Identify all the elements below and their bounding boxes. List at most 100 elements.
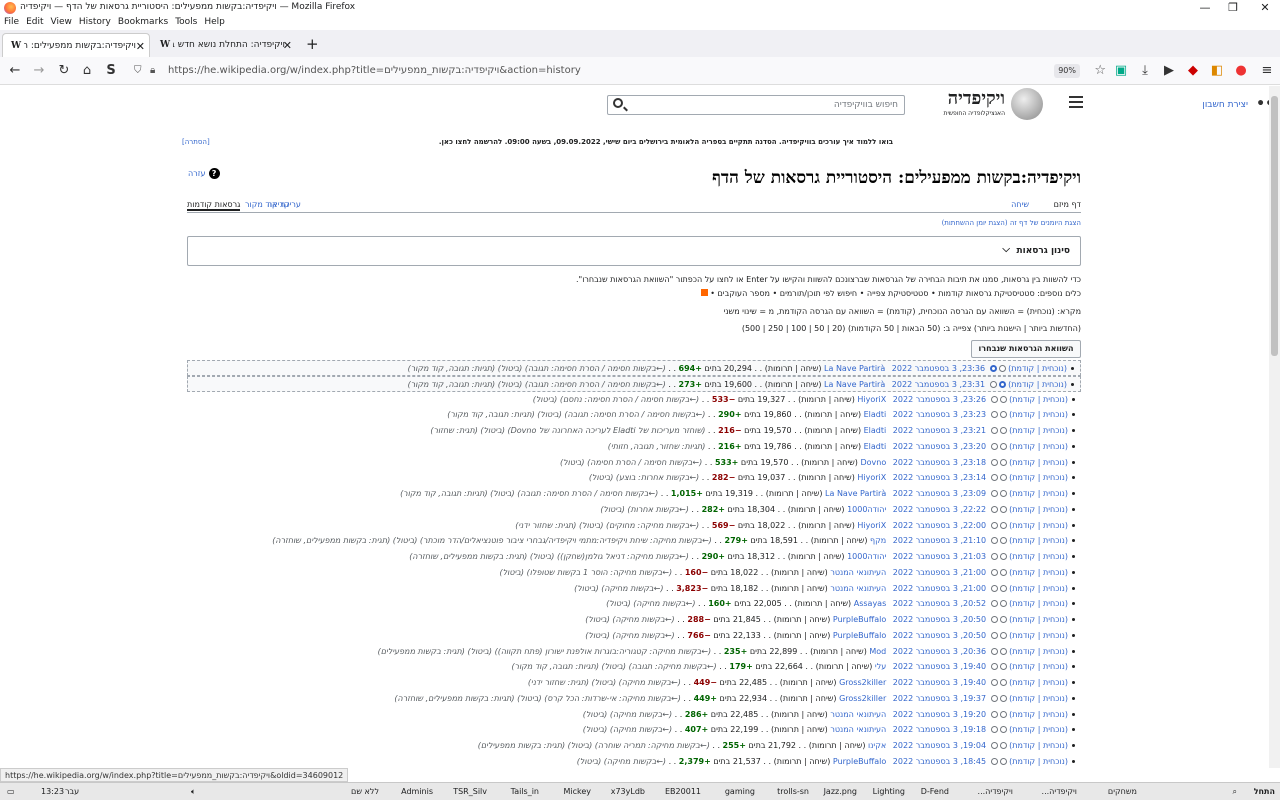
diff-radio[interactable]: [990, 710, 998, 718]
diff-radio[interactable]: [990, 757, 998, 765]
revision-user[interactable]: Gross2killer: [839, 694, 886, 703]
user-links[interactable]: (שיחה | תרומות): [804, 410, 861, 419]
wordmark[interactable]: ויקיפדיה: [948, 88, 1005, 109]
taskbar-item[interactable]: D-Fend: [912, 784, 952, 800]
diff-radio[interactable]: [990, 427, 998, 434]
cur-prev-links[interactable]: (נוכחית | קודמת): [1009, 505, 1068, 514]
oldid-radio[interactable]: [999, 537, 1007, 545]
cur-prev-links[interactable]: (נוכחית | קודמת): [1009, 442, 1068, 451]
taskbar-item[interactable]: trolls-sn: [762, 784, 812, 800]
revision-timestamp[interactable]: 23:26, 3 בספטמבר 2022: [893, 395, 986, 404]
user-links[interactable]: (שיחה | תרומות): [794, 599, 851, 608]
user-links[interactable]: (שיחה | תרומות): [765, 364, 822, 373]
revision-user[interactable]: העיתונאי המנטר: [830, 710, 886, 719]
search-input[interactable]: חיפוש בוויקיפדיה: [607, 95, 905, 115]
user-links[interactable]: (שיחה | תרומות): [788, 505, 845, 514]
revision-user[interactable]: Eladti: [864, 426, 887, 435]
diff-radio[interactable]: [990, 537, 998, 545]
revision-timestamp[interactable]: 23:23, 3 בספטמבר 2022: [893, 410, 986, 419]
cur-prev-links[interactable]: (נוכחית | קודמת): [1009, 568, 1068, 577]
cur-prev-links[interactable]: (נוכחית | קודמת): [1009, 489, 1068, 498]
user-links[interactable]: (שיחה | תרומות): [771, 725, 828, 734]
cur-prev-links[interactable]: (נוכחית | קודמת): [1009, 552, 1068, 561]
revision-timestamp[interactable]: 18:45, 3 בספטמבר 2022: [893, 757, 986, 766]
lock-icon[interactable]: 🔒︎: [150, 60, 155, 82]
oldid-radio[interactable]: [999, 616, 1007, 623]
pocket-icon[interactable]: ▣: [1112, 62, 1130, 80]
revision-user[interactable]: La Nave Partirà: [825, 489, 886, 498]
taskbar-item[interactable]: ללא שם: [336, 784, 382, 800]
revision-user[interactable]: העיתונאי המנטר: [830, 568, 886, 577]
revision-timestamp[interactable]: 20:50, 3 בספטמבר 2022: [893, 631, 986, 640]
taskbar-item[interactable]: Adminis: [386, 784, 436, 800]
cur-prev-links[interactable]: (נוכחית | קודמת): [1009, 395, 1068, 404]
revision-user[interactable]: Eladti: [864, 442, 887, 451]
tab-edit-source[interactable]: עריכת קוד מקור: [245, 200, 301, 209]
cur-prev-links[interactable]: (נוכחית | קודמת): [1009, 584, 1068, 593]
user-links[interactable]: (שיחה | תרומות): [780, 678, 837, 687]
scrollbar-thumb[interactable]: [1271, 96, 1278, 356]
diff-radio[interactable]: [990, 679, 998, 686]
revision-timestamp[interactable]: 20:50, 3 בספטמבר 2022: [893, 615, 986, 624]
user-links[interactable]: (שיחה | תרומות): [780, 694, 837, 703]
cur-prev-links[interactable]: (נוכחית | קודמת): [1009, 694, 1068, 703]
revision-user[interactable]: HiyoriX: [857, 521, 886, 530]
taskbar-item[interactable]: x73yLdb: [598, 784, 648, 800]
diff-radio[interactable]: [990, 490, 998, 497]
taskbar-item[interactable]: TSR_Silv: [440, 784, 490, 800]
extension-icon[interactable]: ◧: [1208, 62, 1226, 80]
user-links[interactable]: (שיחה | תרומות): [788, 552, 845, 561]
cur-prev-links[interactable]: (נוכחית | קודמת): [1009, 426, 1068, 435]
taskbar-item[interactable]: EB20011: [652, 784, 704, 800]
rss-icon[interactable]: [700, 289, 708, 296]
oldid-radio[interactable]: [998, 380, 1006, 388]
cur-prev-links[interactable]: (נוכחית | קודמת): [1009, 599, 1068, 608]
diff-radio[interactable]: [990, 663, 998, 671]
more-options-icon[interactable]: •••: [1256, 96, 1269, 112]
taskbar-item[interactable]: משחקים: [1090, 784, 1140, 800]
oldid-radio[interactable]: [999, 505, 1007, 513]
revision-user[interactable]: La Nave Partirà: [824, 364, 885, 373]
url-bar[interactable]: ⛉ 🔒︎ https://he.wikipedia.org/w/index.ph…: [128, 60, 1118, 82]
tracking-shield-icon[interactable]: ⛉: [134, 60, 142, 82]
cur-prev-links[interactable]: (נוכחית | קודמת): [1009, 615, 1068, 624]
revision-timestamp[interactable]: 21:00, 3 בספטמבר 2022: [893, 584, 986, 593]
diff-radio[interactable]: [990, 521, 998, 529]
diff-radio[interactable]: [990, 395, 998, 403]
close-tab-icon[interactable]: ✕: [136, 34, 145, 58]
revision-user[interactable]: Assayas: [854, 599, 887, 608]
oldid-radio[interactable]: [999, 427, 1007, 434]
revision-user[interactable]: העיתונאי המנטר: [830, 725, 886, 734]
oldid-radio[interactable]: [999, 490, 1007, 497]
hide-notice-link[interactable]: [הסתרה]: [182, 138, 210, 146]
revision-timestamp[interactable]: 23:31, 3 בספטמבר 2022: [892, 380, 985, 389]
compare-revisions-button[interactable]: השוואת הגרסאות שנבחרו: [971, 340, 1081, 358]
oldid-radio[interactable]: [999, 694, 1007, 702]
user-links[interactable]: (שיחה | תרומות): [774, 615, 831, 624]
back-button[interactable]: ←: [6, 62, 24, 80]
extension-badge-icon[interactable]: ◆: [1184, 62, 1202, 80]
user-links[interactable]: (שיחה | תרומות): [765, 380, 822, 389]
tab-new-topic[interactable]: W ויקיפדיה: התחלת נושא חדש בדף ✕: [152, 33, 296, 58]
user-links[interactable]: (שיחה | תרומות): [804, 426, 861, 435]
oldid-radio[interactable]: [999, 631, 1007, 639]
diff-radio[interactable]: [990, 568, 998, 576]
revision-user[interactable]: עלי: [875, 662, 886, 671]
downloads-icon[interactable]: ⤓: [1136, 62, 1154, 80]
revision-timestamp[interactable]: 22:00, 3 בספטמבר 2022: [893, 521, 986, 530]
diff-radio[interactable]: [990, 458, 998, 466]
diff-radio[interactable]: [990, 411, 998, 419]
tab-project-page[interactable]: דף מיזם: [1054, 200, 1081, 209]
user-links[interactable]: (שיחה | תרומות): [774, 757, 831, 766]
revision-user[interactable]: HiyoriX: [857, 473, 886, 482]
diff-radio[interactable]: [990, 726, 998, 734]
search-icon[interactable]: [613, 98, 623, 108]
main-menu-icon[interactable]: [1069, 96, 1083, 108]
revision-timestamp[interactable]: 19:18, 3 בספטמבר 2022: [893, 725, 986, 734]
diff-radio[interactable]: [990, 474, 998, 482]
diff-radio[interactable]: [990, 505, 998, 513]
oldid-radio[interactable]: [999, 584, 1007, 592]
revision-user[interactable]: PurpleBuffalo: [833, 615, 886, 624]
bookmark-star-icon[interactable]: ☆: [1094, 60, 1106, 82]
taskbar-item[interactable]: gaming: [708, 784, 758, 800]
